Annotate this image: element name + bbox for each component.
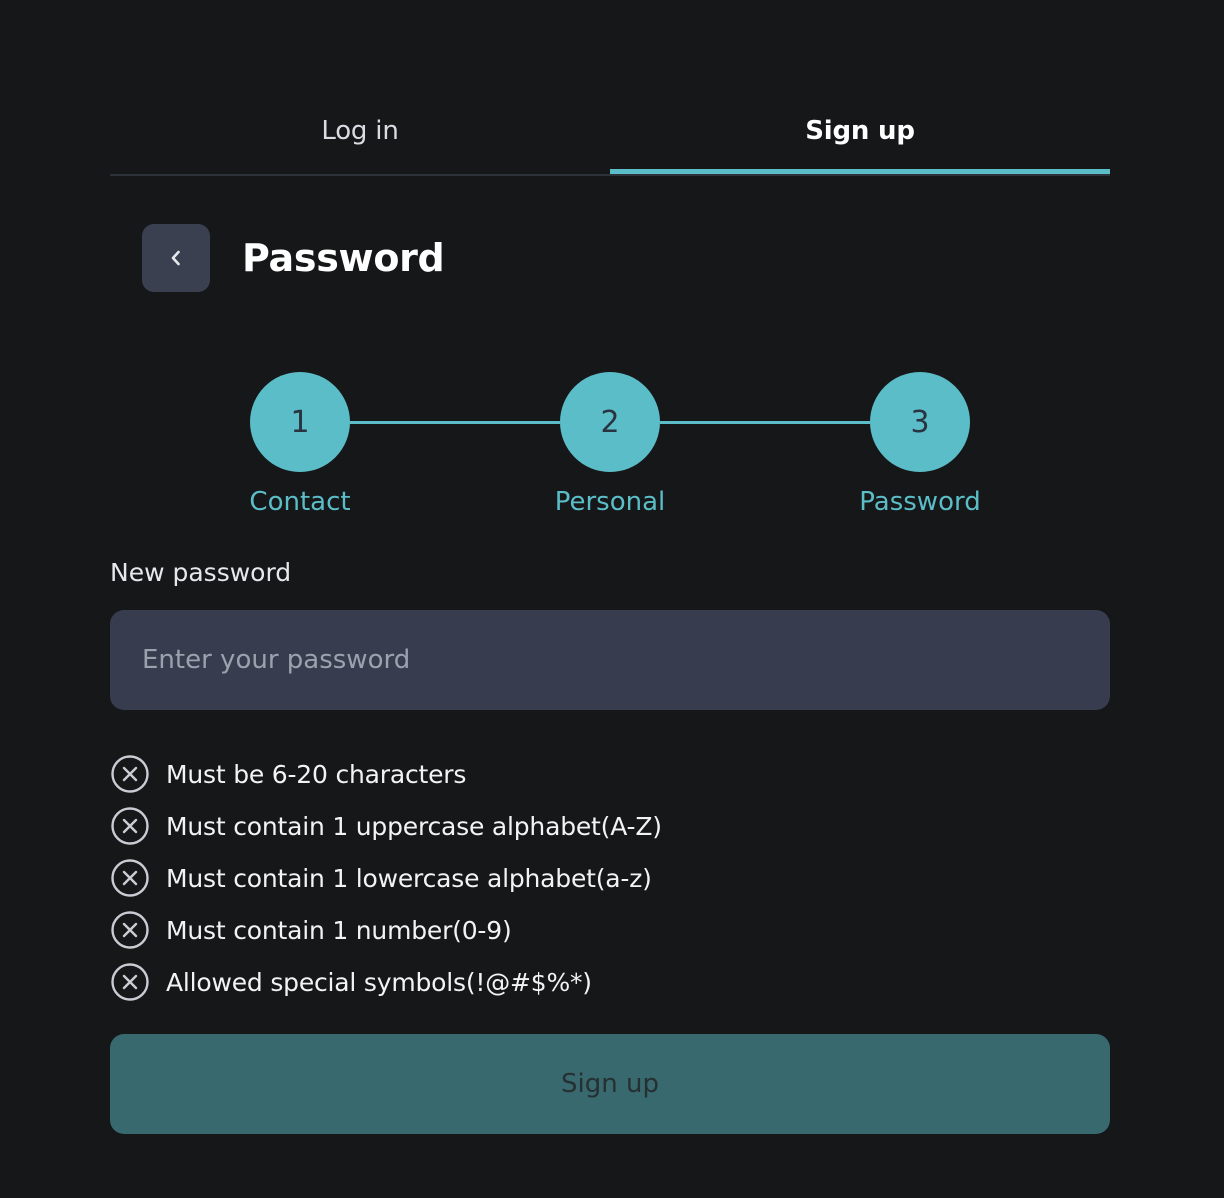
new-password-input[interactable] [110,610,1110,710]
password-rule: Must contain 1 uppercase alphabet(A-Z) [110,800,1110,852]
tab-sign-up[interactable]: Sign up [610,92,1110,174]
password-rule-text: Must be 6-20 characters [166,759,467,789]
chevron-left-icon [171,250,180,266]
step-personal: 2 Personal [530,372,690,518]
step-number-circle: 3 [870,372,970,472]
step-label: Personal [554,487,666,517]
step-label: Password [859,487,981,517]
password-rule: Must contain 1 number(0-9) [110,904,1110,956]
tab-log-in[interactable]: Log in [110,92,610,170]
new-password-label: New password [110,558,292,587]
back-button[interactable] [142,224,210,292]
step-password: 3 Password [840,372,1000,518]
password-rules-list: Must be 6-20 characters Must contain 1 u… [110,748,1110,1008]
step-connector [660,421,870,424]
x-circle-icon [111,911,149,949]
x-circle-icon [111,755,149,793]
step-label: Contact [249,487,351,517]
password-rule-text: Allowed special symbols(!@#$%*) [166,967,592,997]
x-circle-icon [111,963,149,1001]
x-circle-icon [111,807,149,845]
password-rule: Must contain 1 lowercase alphabet(a-z) [110,852,1110,904]
password-rule-text: Must contain 1 uppercase alphabet(A-Z) [166,811,662,841]
password-rule: Allowed special symbols(!@#$%*) [110,956,1110,1008]
step-number-circle: 1 [250,372,350,472]
step-contact: 1 Contact [220,372,380,518]
progress-stepper: 1 Contact 2 Personal 3 Password [110,372,1110,532]
auth-tabs: Log in Sign up [110,92,1110,176]
step-number-circle: 2 [560,372,660,472]
password-rule-text: Must contain 1 lowercase alphabet(a-z) [166,863,652,893]
x-circle-icon [111,859,149,897]
password-rule-text: Must contain 1 number(0-9) [166,915,512,945]
step-connector [350,421,560,424]
page-title: Password [242,236,445,280]
signup-panel: Log in Sign up Password 1 Contact 2 Pers… [110,0,1110,1198]
password-rule: Must be 6-20 characters [110,748,1110,800]
sign-up-button[interactable]: Sign up [110,1034,1110,1134]
